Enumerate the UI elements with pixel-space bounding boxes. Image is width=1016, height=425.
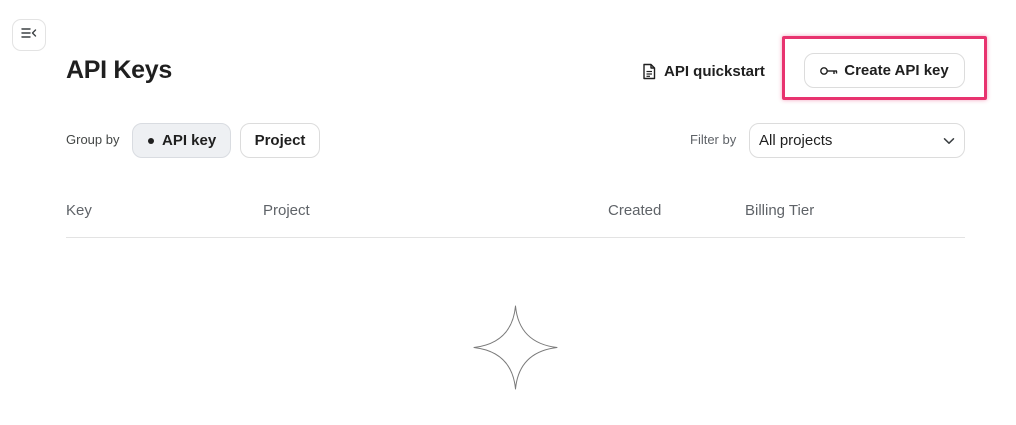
column-header-created: Created — [608, 202, 662, 219]
chevron-down-icon — [943, 137, 955, 145]
sparkle-star-icon — [473, 305, 558, 390]
create-api-key-button[interactable]: Create API key — [804, 53, 965, 88]
api-keys-table-header: Key Project Created Billing Tier — [66, 200, 965, 238]
chip-label: API key — [162, 132, 217, 149]
chip-label: Project — [254, 132, 306, 149]
group-by-api-key-chip[interactable]: API key — [132, 123, 231, 158]
api-quickstart-label: API quickstart — [664, 62, 765, 80]
api-keys-page: API Keys API quickstart Create API key G… — [0, 0, 1016, 425]
filter-by-label: Filter by — [690, 132, 737, 147]
group-by-project-chip[interactable]: Project — [240, 123, 320, 158]
sidebar-collapse-icon — [21, 26, 37, 44]
column-header-billing-tier: Billing Tier — [745, 202, 815, 219]
column-header-key: Key — [66, 202, 92, 219]
create-api-key-label: Create API key — [844, 62, 949, 79]
page-title: API Keys — [66, 56, 172, 84]
group-by-label: Group by — [66, 132, 120, 147]
project-filter-select[interactable]: All projects — [749, 123, 965, 158]
project-filter-value: All projects — [759, 132, 833, 149]
selected-dot-icon — [148, 137, 154, 144]
key-icon — [820, 66, 838, 76]
column-header-project: Project — [263, 202, 310, 219]
document-icon — [642, 63, 656, 80]
api-quickstart-link[interactable]: API quickstart — [642, 60, 765, 82]
sidebar-toggle-button[interactable] — [12, 19, 46, 51]
